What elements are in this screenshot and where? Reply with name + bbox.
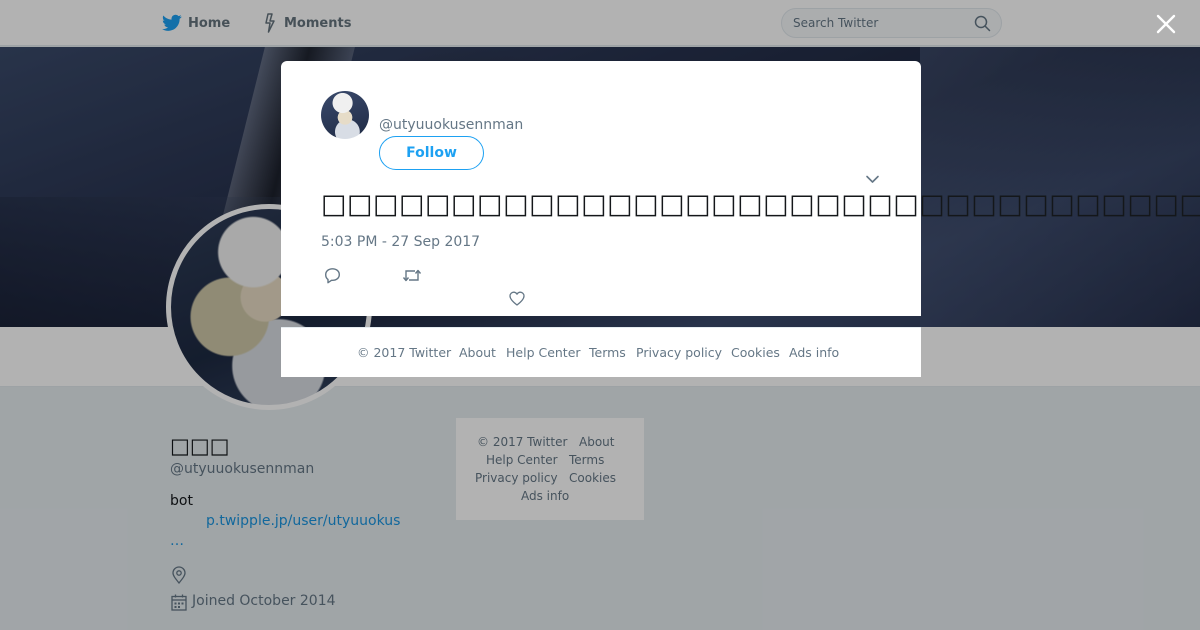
footer-link-ads[interactable]: Ads info xyxy=(789,345,839,360)
modal-footer: © 2017 Twitter About Help Center Terms P… xyxy=(281,327,921,377)
footer-link-privacy[interactable]: Privacy policy xyxy=(636,345,722,360)
retweet-icon[interactable] xyxy=(402,267,422,284)
footer-link-about[interactable]: About xyxy=(459,345,496,360)
follow-button[interactable]: Follow xyxy=(379,136,484,170)
tweet-timestamp[interactable]: 5:03 PM - 27 Sep 2017 xyxy=(321,234,480,250)
footer-copyright: © 2017 Twitter xyxy=(357,345,452,360)
tweet-author-avatar[interactable] xyxy=(321,91,369,139)
chevron-down-icon[interactable] xyxy=(865,173,880,185)
tweet-author-handle[interactable]: @utyuuokusennman xyxy=(379,117,523,133)
close-icon[interactable] xyxy=(1154,12,1178,36)
tweet-modal: @utyuuokusennman Follow □□□□□□□□□□□□□□□□… xyxy=(281,61,1200,316)
reply-icon[interactable] xyxy=(324,267,341,284)
footer-link-cookies[interactable]: Cookies xyxy=(731,345,780,360)
footer-link-terms[interactable]: Terms xyxy=(589,345,626,360)
tweet-text: □□□□□□□□□□□□□□□□□□□□□□□□□□□□□□□□□□ xyxy=(321,189,1200,220)
footer-link-help[interactable]: Help Center xyxy=(506,345,581,360)
heart-icon[interactable] xyxy=(509,291,525,306)
